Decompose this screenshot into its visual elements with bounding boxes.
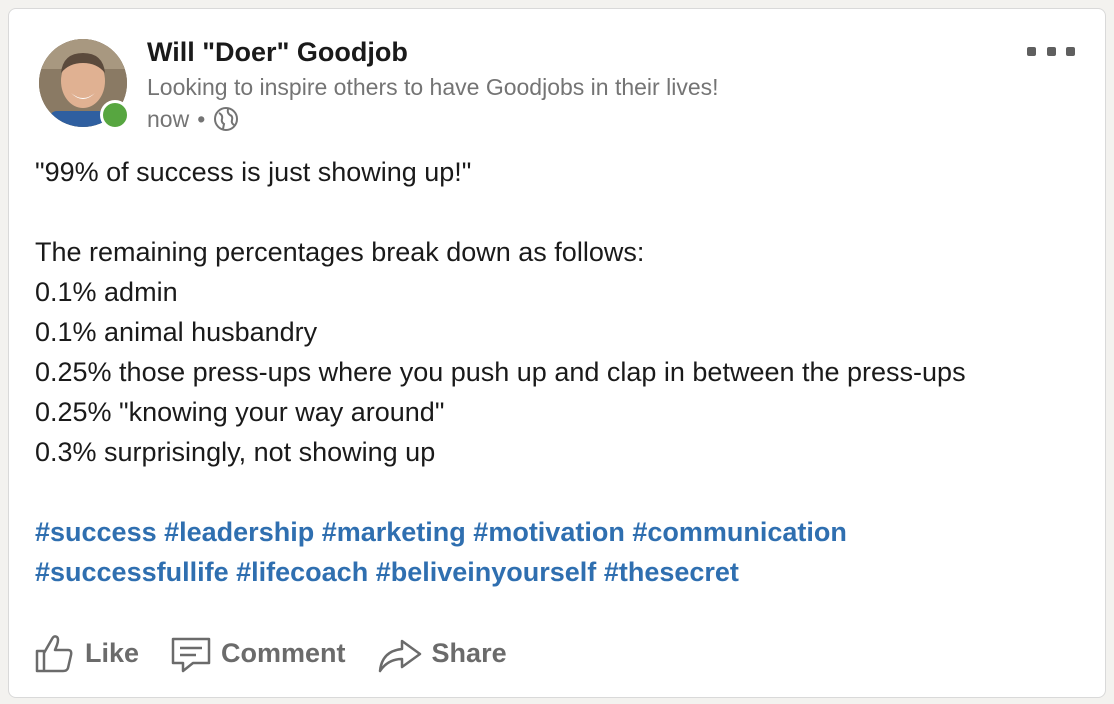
hashtag-list: #success #leadership #marketing #motivat…: [35, 512, 1095, 592]
hashtag-link[interactable]: #motivation: [473, 517, 625, 547]
share-arrow-icon: [378, 639, 421, 673]
author-name[interactable]: Will "Doer" Goodjob: [147, 37, 408, 68]
hashtag-link[interactable]: #marketing: [322, 517, 466, 547]
comment-label: Comment: [221, 637, 346, 668]
hashtag-link[interactable]: #successfullife: [35, 557, 229, 587]
globe-icon: [213, 106, 239, 132]
like-button[interactable]: Like: [33, 631, 139, 675]
ellipsis-icon-dot: [1046, 46, 1056, 56]
ellipsis-icon-dot: [1066, 46, 1075, 56]
post-meta: now •: [147, 105, 239, 133]
post-body-line: 0.3% surprisingly, not showing up: [35, 437, 436, 467]
post-card: Will "Doer" Goodjob Looking to inspire o…: [8, 8, 1106, 698]
online-status-indicator: [100, 100, 130, 130]
ellipsis-icon-dot: [1027, 46, 1036, 56]
post-body-line: 0.1% admin: [35, 277, 178, 307]
hashtag-link[interactable]: #lifecoach: [236, 557, 368, 587]
share-button[interactable]: Share: [376, 631, 507, 675]
like-label: Like: [85, 637, 140, 668]
post-body-line: "99% of success is just showing up!": [35, 157, 472, 187]
comment-button[interactable]: Comment: [169, 631, 346, 675]
post-body-line: 0.25% "knowing your way around": [35, 397, 445, 427]
meta-separator: •: [197, 105, 206, 132]
hashtag-link[interactable]: #communication: [632, 517, 847, 547]
hashtag-link[interactable]: #beliveinyourself: [376, 557, 597, 587]
hashtag-row: #successfullife #lifecoach #beliveinyour…: [35, 552, 1095, 592]
post-body-line: 0.1% animal husbandry: [35, 317, 318, 347]
post-body-line: 0.25% those press-ups where you push up …: [35, 357, 966, 387]
thumbs-up-icon: [35, 635, 73, 673]
post-body-blank-line: [35, 192, 1085, 232]
post-body-line: The remaining percentages break down as …: [35, 237, 645, 267]
post-body: "99% of success is just showing up!" The…: [35, 152, 1085, 472]
share-label: Share: [431, 637, 507, 668]
hashtag-link[interactable]: #success: [35, 517, 157, 547]
comment-icon: [171, 637, 211, 673]
hashtag-row: #success #leadership #marketing #motivat…: [35, 512, 1095, 552]
author-headline: Looking to inspire others to have Goodjo…: [147, 74, 719, 100]
more-options-button[interactable]: [1027, 39, 1075, 63]
post-actions-bar: Like Comment Share: [33, 623, 537, 683]
hashtag-link[interactable]: #thesecret: [604, 557, 739, 587]
post-timestamp: now: [147, 105, 190, 132]
hashtag-link[interactable]: #leadership: [164, 517, 314, 547]
